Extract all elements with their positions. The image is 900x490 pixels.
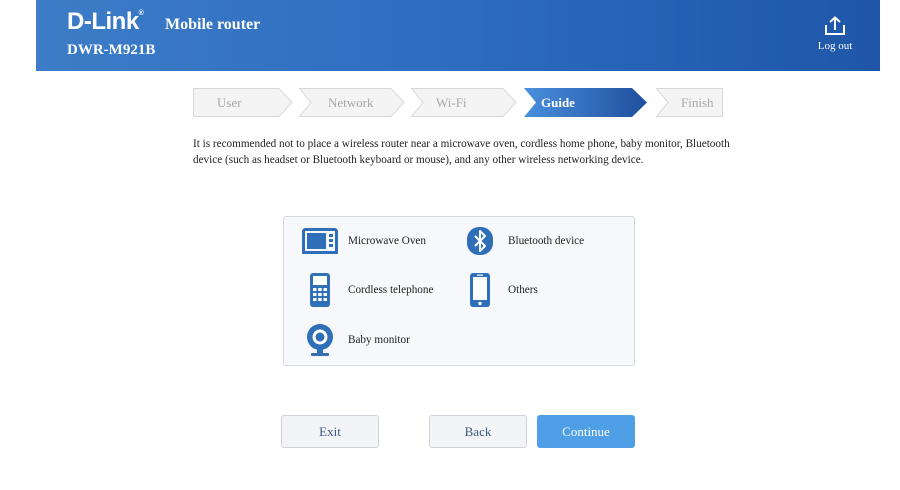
step-wifi: Wi-Fi: [411, 88, 517, 117]
product-name: Mobile router: [165, 16, 261, 33]
device-label: Cordless telephone: [348, 284, 434, 296]
interference-device-panel: Microwave Oven Bluetooth device Cordless…: [283, 216, 635, 366]
step-network: Network: [299, 88, 405, 117]
microwave-icon: [302, 228, 338, 254]
device-baby-monitor: Baby monitor: [302, 322, 410, 358]
model-name: DWR-M921B: [67, 42, 156, 58]
logout-button[interactable]: Log out: [809, 16, 861, 52]
device-microwave: Microwave Oven: [302, 223, 426, 259]
bluetooth-icon: [467, 227, 493, 255]
step-finish: Finish: [656, 88, 723, 117]
device-label: Baby monitor: [348, 334, 410, 346]
exit-button[interactable]: Exit: [281, 415, 379, 448]
device-label: Bluetooth device: [508, 235, 585, 247]
back-button[interactable]: Back: [429, 415, 527, 448]
header-bar: D-Link® Mobile router DWR-M921B Log out: [36, 0, 880, 71]
device-bluetooth: Bluetooth device: [462, 223, 584, 259]
brand-logo: D-Link®: [67, 8, 144, 35]
guide-description: It is recommended not to place a wireles…: [193, 138, 730, 166]
device-others: Others: [462, 272, 538, 308]
logout-label: Log out: [817, 40, 853, 52]
webcam-icon: [307, 324, 333, 356]
wizard-steps: User Network Wi-Fi Guide Finish: [193, 88, 723, 117]
continue-button[interactable]: Continue: [537, 415, 635, 448]
device-label: Microwave Oven: [348, 235, 426, 247]
cordless-phone-icon: [310, 273, 330, 307]
device-label: Others: [508, 284, 538, 296]
logout-icon: [825, 16, 845, 35]
smartphone-icon: [470, 273, 490, 307]
step-guide: Guide: [524, 88, 648, 117]
device-cordless-telephone: Cordless telephone: [302, 272, 433, 308]
step-user: User: [193, 88, 293, 117]
